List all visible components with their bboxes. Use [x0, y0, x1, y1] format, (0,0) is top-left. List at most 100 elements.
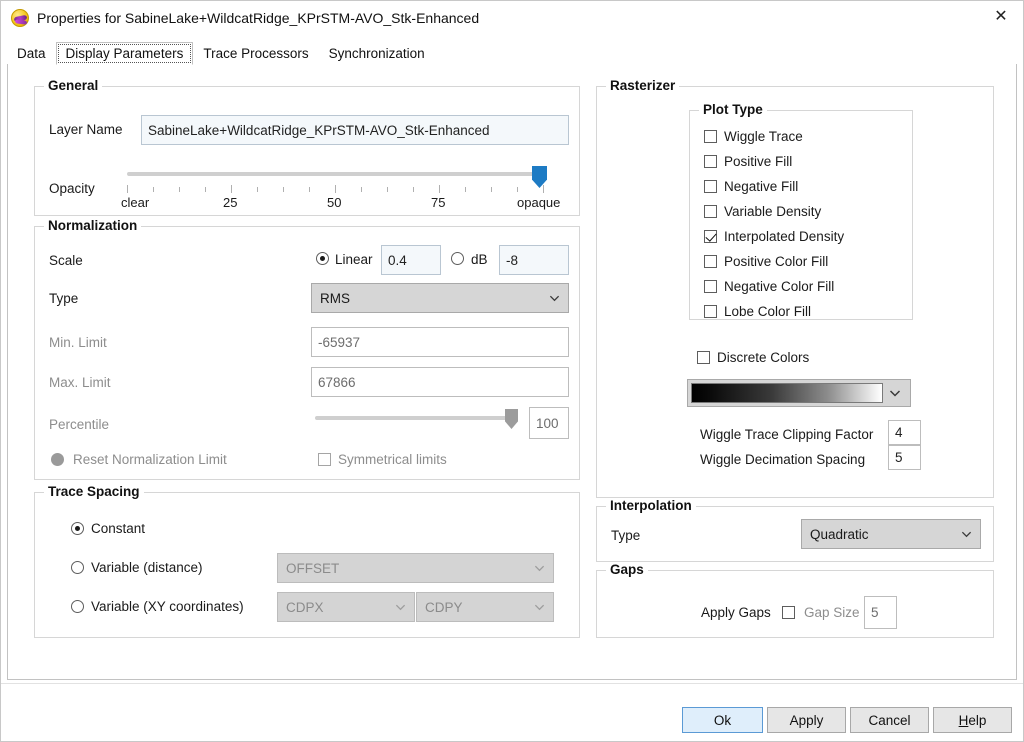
percentile-input[interactable]: 100	[529, 407, 569, 439]
rasterizer-group-label: Rasterizer	[606, 78, 680, 93]
percentile-label: Percentile	[49, 417, 110, 432]
title-bar: Properties for SabineLake+WildcatRidge_K…	[1, 1, 1023, 35]
ok-button[interactable]: Ok	[682, 707, 763, 733]
discrete-colors-label[interactable]: Discrete Colors	[717, 350, 809, 365]
apply-button[interactable]: Apply	[767, 707, 846, 733]
tab-trace-processors[interactable]: Trace Processors	[193, 42, 319, 65]
plot-type-interpolated-density-checkbox[interactable]	[704, 230, 717, 243]
opacity-slider-track[interactable]	[127, 172, 545, 176]
wiggle-clipping-factor-label: Wiggle Trace Clipping Factor	[700, 427, 874, 442]
opacity-tick-label-25: 25	[223, 195, 238, 210]
plot-type-lobe-color-fill-checkbox[interactable]	[704, 305, 717, 318]
normalization-group-label: Normalization	[44, 218, 142, 233]
layer-name-input[interactable]: SabineLake+WildcatRidge_KPrSTM-AVO_Stk-E…	[141, 115, 569, 145]
scale-linear-label[interactable]: Linear	[335, 252, 373, 267]
plot-type-group: Plot Type Wiggle Trace Positive Fill Neg…	[689, 102, 913, 320]
scale-linear-radio[interactable]	[316, 252, 329, 265]
spacing-distance-value: OFFSET	[286, 560, 340, 576]
chevron-down-icon	[961, 529, 972, 540]
plot-type-variable-density-checkbox[interactable]	[704, 205, 717, 218]
percentile-slider-track[interactable]	[315, 416, 517, 420]
opacity-tick-label-50: 50	[327, 195, 342, 210]
opacity-slider[interactable]: clear 25 50 75 opaque	[121, 163, 567, 210]
gap-size-label: Gap Size	[804, 605, 860, 620]
gaps-group: Gaps Apply Gaps Gap Size 5	[596, 562, 994, 638]
window-title: Properties for SabineLake+WildcatRidge_K…	[37, 10, 480, 26]
gap-size-input[interactable]: 5	[864, 596, 897, 629]
spacing-variable-xy-radio[interactable]	[71, 600, 84, 613]
normalization-type-combo[interactable]: RMS	[311, 283, 569, 313]
scale-db-input[interactable]: -8	[499, 245, 569, 275]
spacing-constant-radio[interactable]	[71, 522, 84, 535]
normalization-type-value: RMS	[320, 290, 350, 306]
plot-type-group-label: Plot Type	[699, 102, 767, 117]
opacity-min-label: clear	[121, 195, 150, 210]
seismic-app-icon	[11, 9, 29, 27]
interpolation-type-value: Quadratic	[810, 526, 869, 542]
normalization-type-label: Type	[49, 291, 79, 306]
rasterizer-group: Rasterizer Plot Type Wiggle Trace Positi…	[596, 78, 994, 498]
spacing-variable-xy-label[interactable]: Variable (XY coordinates)	[91, 599, 244, 614]
max-limit-input[interactable]: 67866	[311, 367, 569, 397]
apply-gaps-checkbox[interactable]	[782, 606, 795, 619]
plot-type-negative-fill-checkbox[interactable]	[704, 180, 717, 193]
chevron-down-icon	[395, 602, 406, 613]
plot-type-negative-fill-label[interactable]: Negative Fill	[724, 179, 798, 194]
help-button[interactable]: Help	[933, 707, 1012, 733]
tab-display-parameters[interactable]: Display Parameters	[55, 42, 194, 65]
wiggle-decimation-spacing-input[interactable]: 5	[888, 445, 921, 470]
tab-synchronization[interactable]: Synchronization	[318, 42, 435, 65]
apply-gaps-label[interactable]: Apply Gaps	[701, 605, 771, 620]
plot-type-positive-fill-label[interactable]: Positive Fill	[724, 154, 792, 169]
cancel-button[interactable]: Cancel	[850, 707, 929, 733]
opacity-max-label: opaque	[517, 195, 561, 210]
opacity-tick-label-75: 75	[431, 195, 446, 210]
interpolation-group-label: Interpolation	[606, 498, 696, 513]
percentile-slider-thumb[interactable]	[505, 409, 518, 429]
spacing-variable-distance-radio[interactable]	[71, 561, 84, 574]
colormap-combo[interactable]	[687, 379, 911, 407]
scale-db-label[interactable]: dB	[471, 252, 488, 267]
plot-type-negative-color-fill-checkbox[interactable]	[704, 280, 717, 293]
tab-data[interactable]: Data	[7, 42, 56, 65]
discrete-colors-checkbox[interactable]	[697, 351, 710, 364]
interpolation-type-combo[interactable]: Quadratic	[801, 519, 981, 549]
plot-type-negative-color-fill-label[interactable]: Negative Color Fill	[724, 279, 834, 294]
spacing-x-combo: CDPX	[277, 592, 415, 622]
general-group: General Layer Name SabineLake+WildcatRid…	[34, 78, 580, 216]
reset-normalization-limit-label: Reset Normalization Limit	[73, 452, 227, 467]
plot-type-positive-color-fill-checkbox[interactable]	[704, 255, 717, 268]
colormap-swatch	[691, 383, 883, 403]
spacing-variable-distance-label[interactable]: Variable (distance)	[91, 560, 203, 575]
max-limit-label: Max. Limit	[49, 375, 111, 390]
close-icon[interactable]: ✕	[979, 1, 1023, 33]
help-button-rest: elp	[968, 712, 987, 728]
min-limit-input[interactable]: -65937	[311, 327, 569, 357]
wiggle-clipping-factor-input[interactable]: 4	[888, 420, 921, 445]
plot-type-positive-fill-checkbox[interactable]	[704, 155, 717, 168]
trace-spacing-group: Trace Spacing Constant Variable (distanc…	[34, 484, 580, 638]
button-bar-separator	[1, 683, 1023, 684]
scale-label: Scale	[49, 253, 83, 268]
wiggle-decimation-spacing-label: Wiggle Decimation Spacing	[700, 452, 866, 467]
scale-db-radio[interactable]	[451, 252, 464, 265]
chevron-down-icon[interactable]	[883, 387, 907, 399]
properties-dialog: Properties for SabineLake+WildcatRidge_K…	[0, 0, 1024, 742]
spacing-constant-label[interactable]: Constant	[91, 521, 145, 536]
trace-spacing-group-label: Trace Spacing	[44, 484, 144, 499]
spacing-x-value: CDPX	[286, 599, 324, 615]
plot-type-interpolated-density-label[interactable]: Interpolated Density	[724, 229, 844, 244]
percentile-slider[interactable]	[315, 407, 523, 433]
spacing-distance-combo: OFFSET	[277, 553, 554, 583]
scale-linear-input[interactable]: 0.4	[381, 245, 441, 275]
plot-type-positive-color-fill-label[interactable]: Positive Color Fill	[724, 254, 828, 269]
layer-name-label: Layer Name	[49, 122, 123, 137]
plot-type-wiggle-trace-checkbox[interactable]	[704, 130, 717, 143]
tab-strip: Data Display Parameters Trace Processors…	[7, 41, 1017, 65]
gaps-group-label: Gaps	[606, 562, 648, 577]
plot-type-wiggle-trace-label[interactable]: Wiggle Trace	[724, 129, 803, 144]
plot-type-lobe-color-fill-label[interactable]: Lobe Color Fill	[724, 304, 811, 319]
plot-type-variable-density-label[interactable]: Variable Density	[724, 204, 821, 219]
symmetrical-limits-checkbox[interactable]	[318, 453, 331, 466]
chevron-down-icon	[549, 293, 560, 304]
